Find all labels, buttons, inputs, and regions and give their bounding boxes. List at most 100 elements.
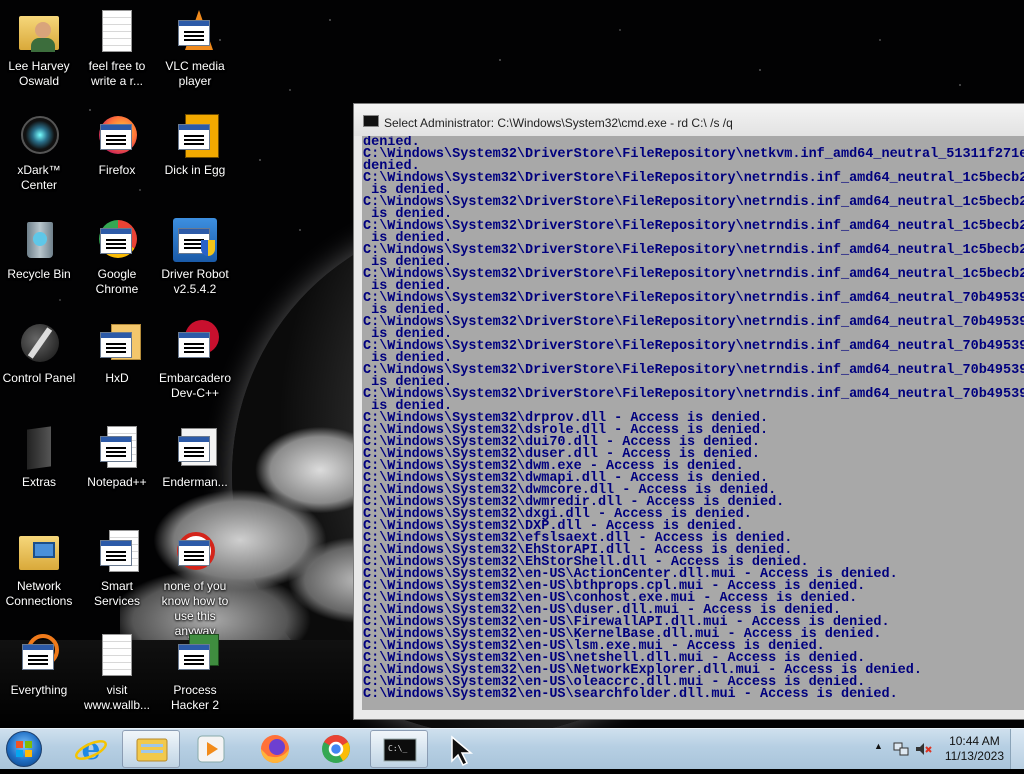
user-folder-icon [15,8,63,56]
app-window-icon [171,216,219,264]
desktop-icon-firefox[interactable]: Firefox [79,112,155,178]
desktop-icon-dick-in-egg[interactable]: Dick in Egg [157,112,233,178]
desktop-icon-none-of-you[interactable]: none of you know how to use this anyway [157,528,233,639]
desktop-icon-label: Notepad++ [87,475,147,489]
desktop-icon-lee-harvey-oswald[interactable]: Lee Harvey Oswald [1,8,77,89]
desktop-icon-label: Lee Harvey Oswald [8,59,70,88]
internet-explorer-icon: e [75,732,107,767]
desktop-icon-visit-wallb[interactable]: visit www.wallb... [79,632,155,713]
firefox-icon [93,112,141,160]
network-folder-icon [15,528,63,576]
taskbar-chrome[interactable] [307,730,365,768]
desktop-icon-label: VLC media player [165,59,225,88]
firefox-icon [261,735,289,763]
windows-start-orb-icon [16,741,32,757]
app-window-icon [15,632,63,680]
desktop-icon-extras[interactable]: Extras [1,424,77,490]
cmd-title-bar[interactable]: Select Administrator: C:\Windows\System3… [354,104,1024,136]
cmd-console-output[interactable]: denied. C:\Windows\System32\DriverStore\… [362,136,1024,710]
desktop-icon-xdark-center[interactable]: xDark™ Center [1,112,77,193]
cmd-output-line: C:\Windows\System32\DriverStore\FileRepo… [363,291,1024,306]
desktop-icon-recycle-bin[interactable]: Recycle Bin [1,216,77,282]
app-window-icon [93,424,141,472]
desktop-icon-label: xDark™ Center [17,163,61,192]
text-document-icon [93,632,141,680]
taskbar-cmd[interactable]: C:\_ [370,730,428,768]
desktop-icon-everything[interactable]: Everything [1,632,77,698]
desktop-icon-feel-free[interactable]: feel free to write a r... [79,8,155,89]
svg-text:e: e [81,732,100,767]
desktop-icon-driver-robot[interactable]: Driver Robot v2.5.4.2 [157,216,233,297]
desktop-icon-google-chrome[interactable]: Google Chrome [79,216,155,297]
desktop-icon-control-panel[interactable]: Control Panel [1,320,77,386]
cmd-output-line: C:\Windows\System32\DriverStore\FileRepo… [363,363,1024,378]
show-desktop-button[interactable] [1010,729,1024,769]
start-button[interactable] [6,731,42,767]
cmd-window-title: Select Administrator: C:\Windows\System3… [384,116,733,130]
taskbar: e C:\_ ▲ 10:44 AM 11/13/2023 [0,728,1024,769]
cmd-output-line: C:\Windows\System32\DriverStore\FileRepo… [363,195,1024,210]
desktop-icon-label: Google Chrome [95,267,139,296]
desktop-icon-label: Enderman... [162,475,228,489]
chrome-icon [322,735,350,763]
cmd-output-lines: denied. C:\Windows\System32\DriverStore\… [362,136,1024,701]
desktop-icon-dev-cpp[interactable]: Embarcadero Dev-C++ [157,320,233,401]
desktop-icon-enderman[interactable]: Enderman... [157,424,233,490]
cmd-output-line: C:\Windows\System32\DriverStore\FileRepo… [363,171,1024,186]
taskbar-internet-explorer[interactable]: e [62,730,120,768]
media-player-icon [197,735,225,763]
recycle-bin-icon [15,216,63,264]
desktop-icon-process-hacker[interactable]: Process Hacker 2 [157,632,233,713]
cmd-output-line: C:\Windows\System32\DriverStore\FileRepo… [363,147,1024,162]
desktop-icon-network-connections[interactable]: Network Connections [1,528,77,609]
file-explorer-icon [136,738,168,762]
cmd-output-line: C:\Windows\System32\en-US\searchfolder.d… [363,687,898,702]
vlc-icon [171,8,219,56]
show-hidden-icons-arrow[interactable]: ▲ [874,741,883,751]
desktop-icon-label: Extras [21,475,56,489]
desktop-icon-label: Driver Robot v2.5.4.2 [161,267,229,296]
cmd-output-line: C:\Windows\System32\DriverStore\FileRepo… [363,243,1024,258]
desktop-icon-label: Control Panel [2,371,76,385]
clock-date: 11/13/2023 [944,749,1004,763]
desktop-icon-label: Network Connections [5,579,73,608]
chrome-icon [93,216,141,264]
text-document-icon [93,8,141,56]
desktop-icon-vlc[interactable]: VLC media player [157,8,233,89]
desktop-icon-label: Embarcadero Dev-C++ [158,371,232,400]
taskbar-clock[interactable]: 10:44 AM 11/13/2023 [945,734,1004,764]
desktop-icon-label: HxD [105,371,129,385]
desktop-icon-label: Process Hacker 2 [170,683,220,712]
desktop-icon-label: Everything [10,683,68,697]
xdark-icon [15,112,63,160]
system-tray: ▲ 10:44 AM 11/13/2023 [864,729,1024,769]
desktop-icon-label: none of you know how to use this anyway [161,579,229,638]
cmd-output-line: C:\Windows\System32\DriverStore\FileRepo… [363,387,1024,402]
desktop-icon-smart-services[interactable]: Smart Services [79,528,155,609]
mouse-cursor-icon [451,735,474,767]
desktop-icon-label: Smart Services [93,579,140,608]
control-panel-icon [15,320,63,368]
clock-time: 10:44 AM [949,734,1000,748]
desktop-icon-notepad-plus-plus[interactable]: Notepad++ [79,424,155,490]
app-window-icon [171,528,219,576]
app-window-icon [171,632,219,680]
cmd-output-line: C:\Windows\System32\DriverStore\FileRepo… [363,315,1024,330]
command-prompt-icon: C:\_ [383,738,417,762]
taskbar-firefox[interactable] [246,730,304,768]
desktop-icon-hxd[interactable]: HxD [79,320,155,386]
desktop-icon-label: feel free to write a r... [88,59,146,88]
cmd-output-line: C:\Windows\System32\DriverStore\FileRepo… [363,219,1024,234]
taskbar-media-player[interactable] [182,730,240,768]
network-icon[interactable] [892,740,910,758]
desktop-icon-label: Dick in Egg [164,163,226,177]
app-window-icon [93,320,141,368]
taskbar-windows-explorer[interactable] [122,730,180,768]
app-window-icon [171,424,219,472]
cmd-window[interactable]: Select Administrator: C:\Windows\System3… [353,103,1024,720]
app-window-icon [93,528,141,576]
volume-muted-icon[interactable] [914,740,932,758]
cmd-glyph: C:\_ [388,744,407,753]
cmd-output-line: C:\Windows\System32\DriverStore\FileRepo… [363,267,1024,282]
desktop-icon-label: Firefox [98,163,136,177]
